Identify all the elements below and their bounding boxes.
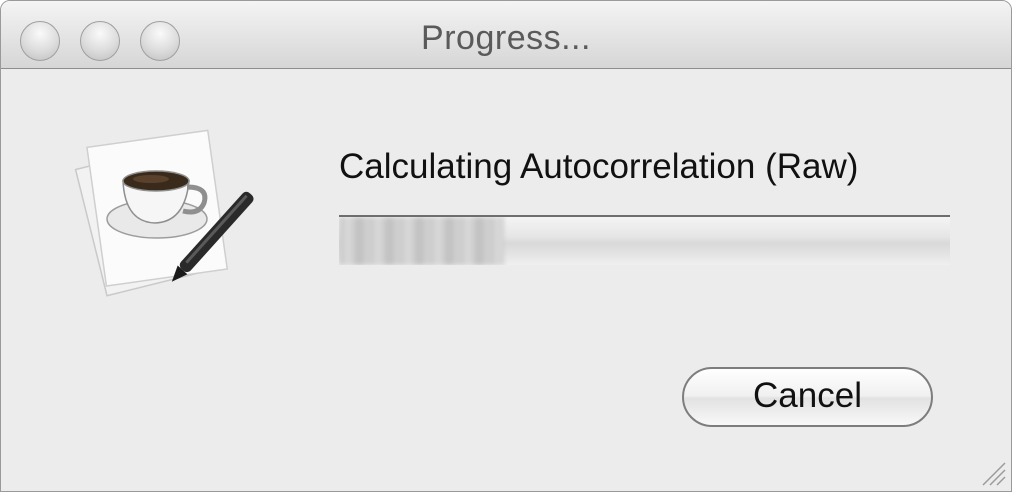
window-title: Progress...	[421, 19, 591, 57]
cancel-button[interactable]: Cancel	[682, 367, 933, 427]
progress-message: Calculating Autocorrelation (Raw)	[339, 147, 859, 186]
progress-bar-fill	[339, 217, 504, 265]
title-bar[interactable]: Progress...	[1, 1, 1011, 69]
resize-grip-icon[interactable]	[977, 457, 1007, 487]
java-coffee-document-pen-icon	[74, 129, 254, 297]
progress-bar	[339, 215, 950, 265]
progress-dialog-window: Progress... Calculating Autocorrelation …	[0, 0, 1012, 492]
